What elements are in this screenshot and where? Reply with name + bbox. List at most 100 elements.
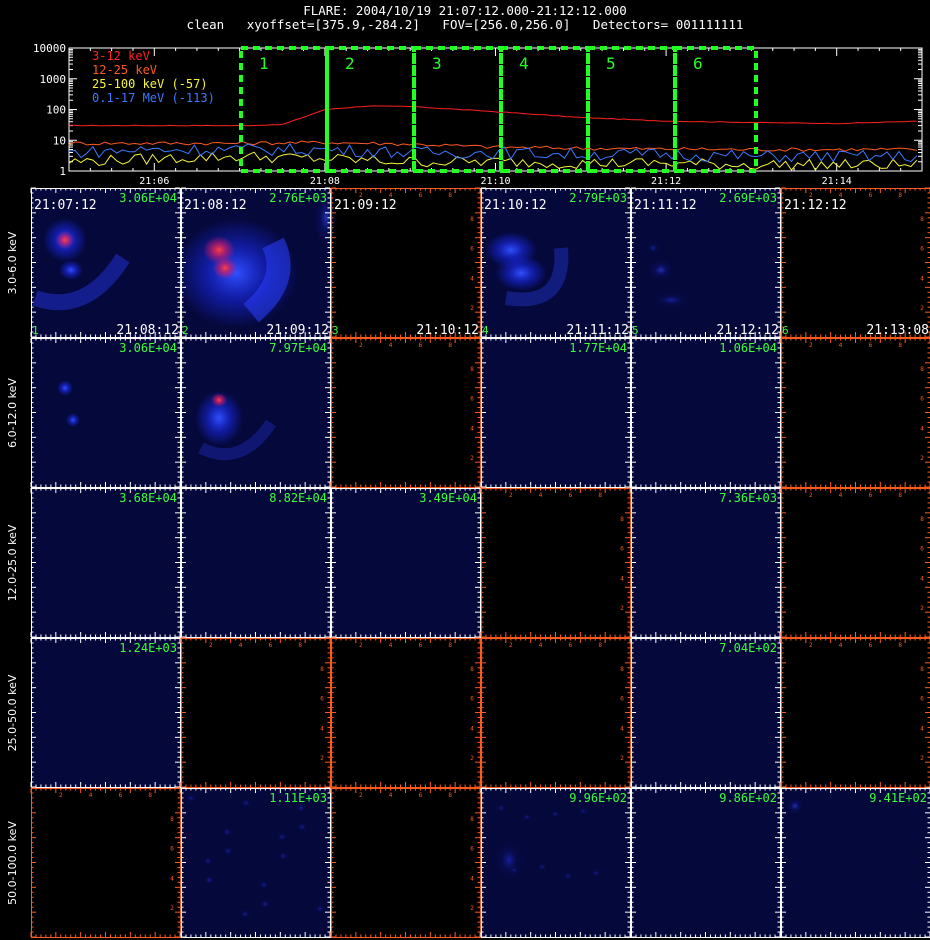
panel-end-time: 21:13:08 bbox=[866, 323, 929, 338]
emission-blob bbox=[277, 851, 289, 861]
panel-start-time: 21:12:12 bbox=[784, 198, 847, 213]
emission-blob bbox=[651, 292, 691, 308]
x-tick-label: 6 bbox=[269, 642, 273, 649]
panel-frame bbox=[331, 788, 481, 938]
image-panel: 3.49E+04 bbox=[330, 487, 481, 638]
panel-start-time: 21:08:12 bbox=[184, 198, 247, 213]
y-tick-label: 4 bbox=[920, 425, 924, 432]
x-tick-label: 6 bbox=[569, 642, 573, 649]
emission-blob bbox=[522, 813, 532, 821]
x-tick-label: 8 bbox=[448, 342, 452, 349]
x-tick-label: 2 bbox=[359, 642, 363, 649]
x-tick-label: 8 bbox=[598, 492, 602, 499]
panel-max-value: 3.06E+04 bbox=[119, 191, 177, 205]
panel-max-value: 9.96E+02 bbox=[569, 791, 627, 805]
y-tick-label: 6 bbox=[470, 696, 474, 703]
emission-blob bbox=[496, 804, 506, 812]
image-background bbox=[481, 338, 631, 488]
emission-blob bbox=[211, 393, 227, 407]
image-panel: 2 2 4 4 6 6 8 8 bbox=[330, 337, 481, 488]
x-tick-label: 8 bbox=[898, 642, 902, 649]
y-tick-label: 8 bbox=[470, 816, 474, 823]
x-tick-label: 4 bbox=[839, 642, 843, 649]
x-tick-label: 2 bbox=[809, 342, 813, 349]
x-tick-label: 2 bbox=[509, 492, 513, 499]
emission-blob bbox=[563, 872, 573, 880]
panel-frame bbox=[331, 638, 481, 788]
panel-start-time: 21:10:12 bbox=[484, 198, 547, 213]
image-panel: 2 2 4 4 6 6 8 8 bbox=[330, 637, 481, 788]
y-tick-label: 4 bbox=[920, 725, 924, 732]
panel-max-value: 7.04E+02 bbox=[719, 641, 777, 655]
panel-max-value: 2.76E+03 bbox=[269, 191, 327, 205]
image-panel: 2 2 4 4 6 6 8 8 bbox=[480, 637, 631, 788]
panel-max-value: 3.68E+04 bbox=[119, 491, 177, 505]
panel-frame bbox=[781, 488, 930, 638]
panel-number: 5 bbox=[632, 324, 639, 337]
image-panel: 7.36E+03 bbox=[630, 487, 781, 638]
y-tick-label: 4 bbox=[920, 575, 924, 582]
y-tick-label: 8 bbox=[320, 666, 324, 673]
emission-blob bbox=[493, 840, 525, 880]
emission-blob bbox=[550, 810, 560, 818]
y-tick-label: 8 bbox=[470, 366, 474, 373]
image-background bbox=[631, 488, 781, 638]
y-tick-label: 8 bbox=[470, 666, 474, 673]
y-tick-label: 8 bbox=[170, 816, 174, 823]
y-tick-label: 4 bbox=[920, 275, 924, 282]
emission-blob bbox=[645, 242, 661, 254]
x-tick-label: 6 bbox=[419, 792, 423, 799]
y-tick-label: 2 bbox=[470, 455, 474, 462]
x-tick-label: 8 bbox=[298, 642, 302, 649]
image-background bbox=[631, 338, 781, 488]
x-tick-label: 2 bbox=[809, 642, 813, 649]
panel-max-value: 3.49E+04 bbox=[419, 491, 477, 505]
x-tick-label: 4 bbox=[389, 792, 393, 799]
emission-blob bbox=[787, 798, 803, 814]
image-panel: 2 2 4 4 6 6 8 8 bbox=[480, 487, 631, 638]
y-tick-label: 2 bbox=[920, 755, 924, 762]
row-energy-label: 12.0-25.0 keV bbox=[6, 524, 19, 601]
emission-blob bbox=[314, 904, 326, 914]
y-tick-label: 2 bbox=[920, 455, 924, 462]
panel-number: 3 bbox=[332, 324, 339, 337]
x-tick-label: 6 bbox=[419, 642, 423, 649]
y-tick-label: 2 bbox=[620, 755, 624, 762]
image-panel: 9.96E+02 bbox=[480, 787, 631, 938]
emission-blob bbox=[258, 880, 270, 890]
panel-end-time: 21:12:12 bbox=[716, 323, 779, 338]
y-tick-label: 8 bbox=[920, 366, 924, 373]
row-energy-label: 3.0-6.0 keV bbox=[6, 231, 19, 294]
y-tick-label: 6 bbox=[620, 696, 624, 703]
x-tick-label: 8 bbox=[898, 342, 902, 349]
y-tick-label: 8 bbox=[920, 216, 924, 223]
y-tick-label: 2 bbox=[170, 905, 174, 912]
panel-start-time: 21:11:12 bbox=[634, 198, 697, 213]
y-tick-label: 6 bbox=[620, 546, 624, 553]
y-tick-label: 4 bbox=[620, 725, 624, 732]
x-tick-label: 6 bbox=[869, 342, 873, 349]
x-tick-label: 6 bbox=[869, 492, 873, 499]
emission-blob bbox=[221, 827, 233, 837]
x-tick-label: 8 bbox=[898, 192, 902, 199]
panel-frame bbox=[481, 488, 631, 638]
image-panel: 2 2 4 4 6 6 8 8 bbox=[330, 787, 481, 938]
image-background bbox=[31, 488, 181, 638]
image-panel: 3.06E+04 21:07:12 21:08:12 1 bbox=[30, 187, 181, 338]
x-tick-label: 4 bbox=[389, 342, 393, 349]
panel-max-value: 2.79E+03 bbox=[569, 191, 627, 205]
emission-blob bbox=[259, 899, 271, 909]
panel-max-value: 7.36E+03 bbox=[719, 491, 777, 505]
x-tick-label: 8 bbox=[148, 792, 152, 799]
x-tick-label: 2 bbox=[359, 342, 363, 349]
image-background bbox=[631, 788, 781, 938]
y-tick-label: 2 bbox=[470, 305, 474, 312]
emission-blob bbox=[649, 260, 673, 280]
panel-frame bbox=[181, 638, 331, 788]
y-tick-label: 4 bbox=[470, 875, 474, 882]
x-tick-label: 6 bbox=[869, 192, 873, 199]
y-tick-label: 6 bbox=[920, 696, 924, 703]
image-background bbox=[31, 338, 181, 488]
image-panel: 7.04E+02 bbox=[630, 637, 781, 788]
y-tick-label: 6 bbox=[920, 546, 924, 553]
